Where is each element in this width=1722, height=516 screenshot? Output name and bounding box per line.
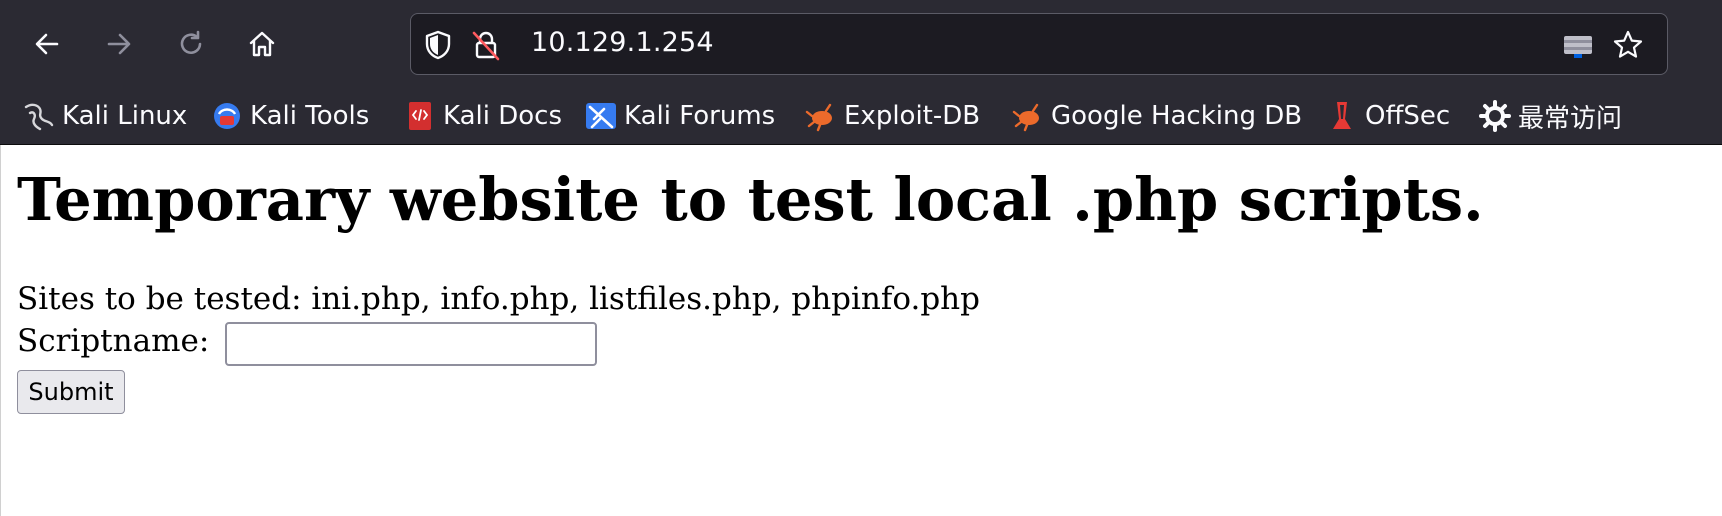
bookmark-kali-docs[interactable]: Kali Docs — [403, 98, 562, 134]
bookmark-label: Exploit-DB — [844, 101, 981, 131]
bookmark-label: OffSec — [1365, 101, 1451, 131]
home-icon — [249, 31, 275, 57]
arrow-right-icon — [107, 33, 131, 55]
bookmark-label: 最常访问 — [1518, 103, 1623, 134]
exploit-db-icon — [805, 103, 832, 132]
bookmark-label: Kali Forums — [624, 101, 776, 131]
bookmark-label: Kali Docs — [443, 101, 563, 131]
bookmark-label: Google Hacking DB — [1051, 101, 1303, 131]
bookmarks-toolbar: Kali Linux Kali Tools Kali Docs Kali For… — [0, 88, 1722, 145]
bookmark-offsec[interactable]: OffSec — [1325, 98, 1450, 134]
offsec-icon — [1333, 102, 1351, 129]
ghdb-icon — [1012, 103, 1039, 132]
bookmark-kali-linux[interactable]: Kali Linux — [22, 98, 187, 134]
address-bar[interactable]: 10.129.1.254 — [410, 13, 1668, 75]
forward-button[interactable] — [97, 22, 141, 66]
kali-dragon-icon — [24, 103, 54, 131]
sites-to-test-text: Sites to be tested: ini.php, info.php, l… — [17, 281, 980, 317]
scriptname-label: Scriptname: — [17, 323, 210, 359]
bookmark-google-hacking-db[interactable]: Google Hacking DB — [1011, 98, 1302, 134]
bookmark-kali-tools[interactable]: Kali Tools — [210, 98, 369, 134]
bookmark-most-visited[interactable]: 最常访问 — [1478, 98, 1622, 134]
kali-tools-icon — [214, 103, 240, 129]
kali-docs-icon — [409, 102, 431, 130]
kali-forums-icon — [586, 103, 616, 129]
scriptname-input[interactable] — [225, 322, 597, 366]
bookmark-exploit-db[interactable]: Exploit-DB — [804, 98, 980, 134]
bookmark-star-icon[interactable] — [1611, 28, 1645, 62]
url-text[interactable]: 10.129.1.254 — [531, 27, 714, 58]
gear-icon — [1479, 100, 1511, 132]
bookmark-label: Kali Linux — [62, 101, 188, 131]
shield-icon[interactable] — [421, 28, 455, 62]
navigation-toolbar: 10.129.1.254 — [0, 0, 1722, 88]
home-button[interactable] — [240, 22, 284, 66]
page-heading: Temporary website to test local .php scr… — [17, 165, 1484, 234]
arrow-left-icon — [35, 33, 59, 55]
reader-view-icon[interactable] — [1561, 28, 1595, 62]
page-content: Temporary website to test local .php scr… — [0, 145, 1722, 516]
bookmark-label: Kali Tools — [250, 101, 370, 131]
submit-button[interactable]: Submit — [17, 370, 125, 414]
back-button[interactable] — [25, 22, 69, 66]
reload-button[interactable] — [169, 22, 213, 66]
reload-icon — [180, 30, 202, 54]
bookmark-kali-forums[interactable]: Kali Forums — [584, 98, 775, 134]
browser-chrome: 10.129.1.254 Kali Linux Kali Tools Kali … — [0, 0, 1722, 145]
insecure-lock-icon[interactable] — [469, 28, 503, 62]
